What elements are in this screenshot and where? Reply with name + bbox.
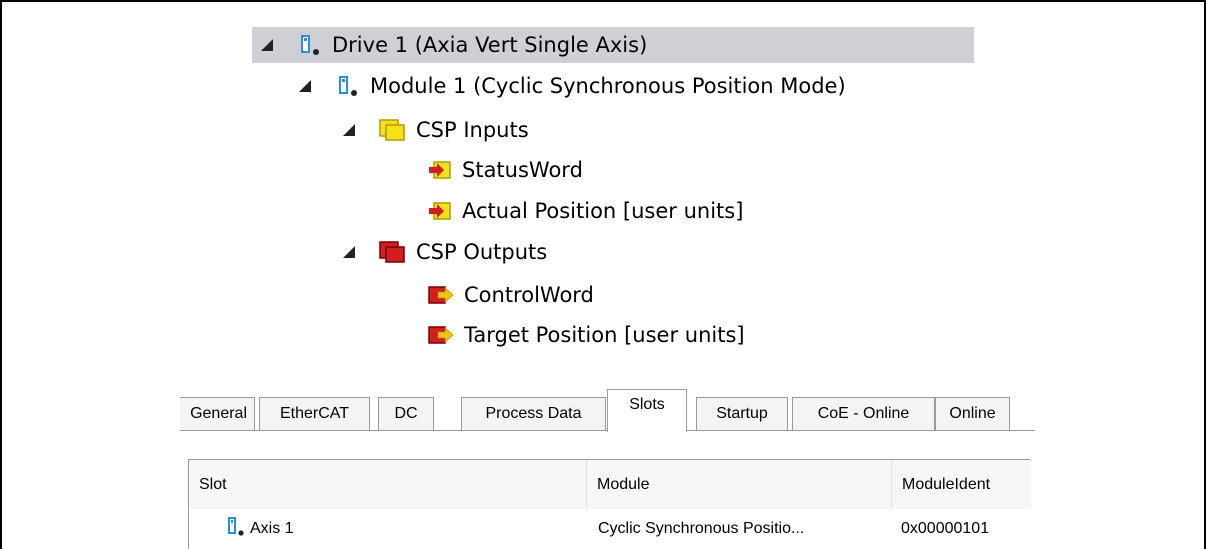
tab-label: Slots xyxy=(629,396,665,413)
output-variable-icon xyxy=(428,284,454,306)
column-header-module[interactable]: Module xyxy=(587,460,892,509)
column-header-label: Module xyxy=(597,475,650,493)
tree-item-csp-inputs[interactable]: CSP Inputs xyxy=(342,112,529,148)
tab-process-data[interactable]: Process Data xyxy=(461,397,606,430)
tree-item-statusword[interactable]: StatusWord xyxy=(428,152,583,188)
tree-item-controlword[interactable]: ControlWord xyxy=(428,277,594,313)
tab-label: EtherCAT xyxy=(279,405,350,422)
grid-header: Slot Module ModuleIdent xyxy=(189,460,1031,509)
table-row[interactable]: Axis 1 Cyclic Synchronous Positio... 0x0… xyxy=(189,509,1031,549)
expand-arrow-icon[interactable] xyxy=(342,245,356,259)
slots-grid: Slot Module ModuleIdent Axis 1 Cyclic Sy… xyxy=(188,459,1031,549)
expand-arrow-icon[interactable] xyxy=(342,123,356,137)
input-variable-icon xyxy=(428,200,452,222)
tab-coe-online[interactable]: CoE - Online xyxy=(792,397,935,430)
input-variable-icon xyxy=(428,159,452,181)
slot-value: Axis 1 xyxy=(250,520,294,537)
tree-item-label: ControlWord xyxy=(464,283,594,307)
tree-item-label: CSP Inputs xyxy=(416,118,529,142)
tree-item-module-1[interactable]: Module 1 (Cyclic Synchronous Position Mo… xyxy=(298,68,846,104)
expand-arrow-icon[interactable] xyxy=(298,79,312,93)
column-header-label: Slot xyxy=(199,475,227,493)
tree-item-label: Actual Position [user units] xyxy=(462,199,744,223)
tree-item-label: Drive 1 (Axia Vert Single Axis) xyxy=(332,33,648,57)
tab-online[interactable]: Online xyxy=(935,397,1010,430)
output-variable-icon xyxy=(428,324,454,346)
tab-label: General xyxy=(190,405,247,422)
tab-general[interactable]: General xyxy=(180,397,255,430)
tab-label: Online xyxy=(949,405,996,422)
expand-arrow-icon[interactable] xyxy=(260,38,274,52)
tree-item-label: Target Position [user units] xyxy=(464,323,745,347)
tab-ethercat[interactable]: EtherCAT xyxy=(259,397,370,430)
tree-item-label: StatusWord xyxy=(462,158,583,182)
column-header-label: ModuleIdent xyxy=(902,475,991,493)
column-header-slot[interactable]: Slot xyxy=(189,460,587,509)
tab-label: Process Data xyxy=(485,405,582,422)
tab-label: DC xyxy=(394,405,418,422)
tab-label: CoE - Online xyxy=(817,405,910,422)
tab-strip: General EtherCAT DC Process Data Slots S… xyxy=(180,389,1040,432)
drive-icon xyxy=(296,32,322,58)
tab-startup[interactable]: Startup xyxy=(696,397,788,430)
input-group-icon xyxy=(378,118,406,142)
module-cell: Cyclic Synchronous Positio... xyxy=(598,509,804,549)
tree-item-drive-1[interactable]: Drive 1 (Axia Vert Single Axis) xyxy=(252,27,974,63)
tree-item-label: CSP Outputs xyxy=(416,240,548,264)
output-group-icon xyxy=(378,240,406,264)
module-icon xyxy=(334,73,360,99)
slot-cell: Axis 1 xyxy=(225,509,294,549)
axis-icon xyxy=(225,515,247,544)
tree-item-label: Module 1 (Cyclic Synchronous Position Mo… xyxy=(370,74,846,98)
tree-item-target-position[interactable]: Target Position [user units] xyxy=(428,317,745,353)
module-value: Cyclic Synchronous Positio... xyxy=(598,520,805,537)
tree-item-actual-position[interactable]: Actual Position [user units] xyxy=(428,193,743,229)
module-ident-cell: 0x00000101 xyxy=(901,509,989,549)
tree-item-csp-outputs[interactable]: CSP Outputs xyxy=(342,234,547,270)
tab-slots[interactable]: Slots xyxy=(607,389,687,432)
tab-dc[interactable]: DC xyxy=(378,397,434,430)
tab-label: Startup xyxy=(716,405,768,422)
module-ident-value: 0x00000101 xyxy=(901,520,990,537)
column-header-module-ident[interactable]: ModuleIdent xyxy=(892,460,1031,509)
